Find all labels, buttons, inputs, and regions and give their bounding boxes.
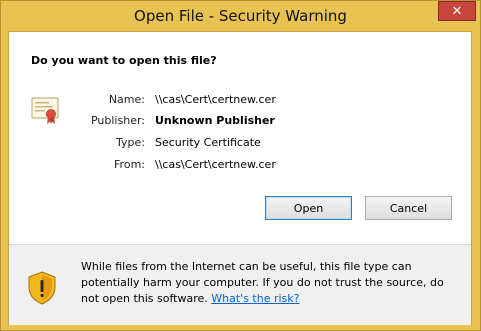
- publisher-value: Unknown Publisher: [155, 114, 275, 127]
- title-bar[interactable]: Open File - Security Warning ✕: [1, 1, 480, 31]
- whats-the-risk-link[interactable]: What's the risk?: [211, 292, 299, 305]
- open-button[interactable]: Open: [265, 196, 352, 220]
- from-label: From:: [114, 158, 145, 171]
- type-value: Security Certificate: [155, 136, 261, 149]
- security-warning-dialog: Open File - Security Warning ✕ Do you wa…: [0, 0, 481, 331]
- from-value: \\cas\Cert\certnew.cer: [155, 158, 276, 171]
- name-value: \\cas\Cert\certnew.cer: [155, 93, 276, 106]
- warning-shield-icon: [28, 271, 56, 305]
- dialog-question: Do you want to open this file?: [31, 54, 217, 67]
- close-icon: ✕: [451, 3, 463, 19]
- close-button[interactable]: ✕: [438, 1, 476, 21]
- dialog-body: Do you want to open this file? Name: \\c…: [8, 31, 472, 325]
- publisher-label: Publisher:: [90, 114, 145, 127]
- type-label: Type:: [116, 136, 145, 149]
- warning-footer: While files from the Internet can be use…: [9, 244, 471, 325]
- window-title: Open File - Security Warning: [134, 7, 347, 25]
- name-label: Name:: [108, 93, 145, 106]
- cancel-button[interactable]: Cancel: [365, 196, 452, 220]
- warning-message: While files from the Internet can be use…: [81, 259, 461, 307]
